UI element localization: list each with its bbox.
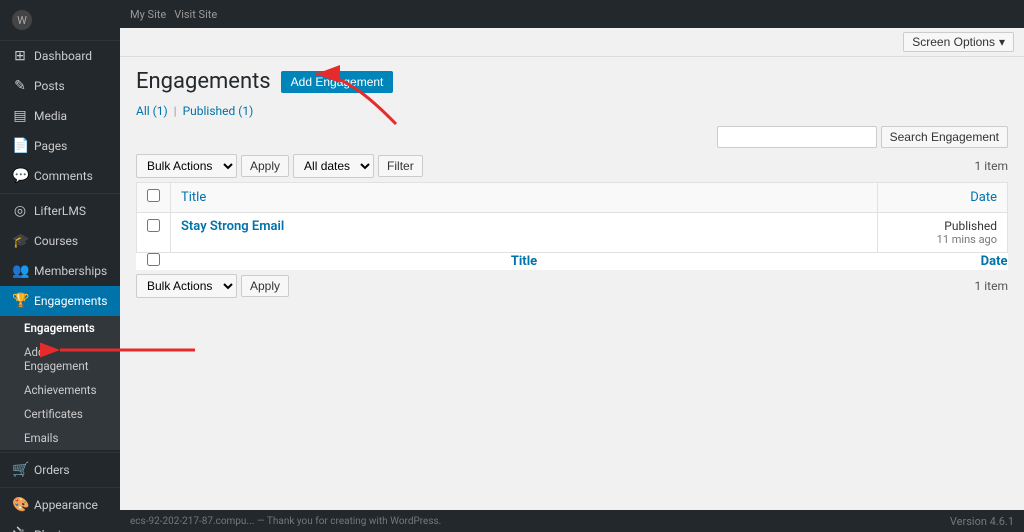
plugins-icon: 🔌: [12, 527, 28, 532]
apply-bottom-button[interactable]: Apply: [241, 275, 289, 297]
filter-all-link[interactable]: All (1): [136, 104, 171, 118]
sidebar-item-comments[interactable]: 💬 Comments: [0, 161, 120, 191]
apply-top-button[interactable]: Apply: [241, 155, 289, 177]
sidebar-sub-add-engagement[interactable]: Add Engagement: [0, 340, 120, 378]
add-engagement-button[interactable]: Add Engagement: [281, 71, 394, 93]
lifterlms-icon: ◎: [12, 203, 28, 219]
sidebar-item-dashboard[interactable]: ⊞ Dashboard: [0, 41, 120, 71]
memberships-icon: 👥: [12, 263, 28, 279]
engagements-table: Title Date Stay Strong Email Pu: [136, 182, 1008, 270]
screen-options-bar: Screen Options ▾: [120, 28, 1024, 57]
sidebar-item-orders[interactable]: 🛒 Orders: [0, 455, 120, 485]
sidebar-item-courses[interactable]: 🎓 Courses: [0, 226, 120, 256]
appearance-icon: 🎨: [12, 497, 28, 513]
date-column-header[interactable]: Date: [878, 183, 1008, 213]
filter-published-link[interactable]: Published (1): [183, 104, 254, 118]
search-button[interactable]: Search Engagement: [881, 126, 1008, 148]
sidebar-logo: W: [0, 0, 120, 41]
sidebar-item-lifterlms[interactable]: ◎ LifterLMS: [0, 196, 120, 226]
sidebar-sub-achievements[interactable]: Achievements: [0, 378, 120, 402]
search-input[interactable]: [717, 126, 877, 148]
row-title-link[interactable]: Stay Strong Email: [181, 219, 284, 234]
item-count-bottom: 1 item: [975, 279, 1008, 293]
row-title-cell: Stay Strong Email: [171, 213, 878, 253]
dashboard-icon: ⊞: [12, 48, 28, 64]
sidebar-item-plugins[interactable]: 🔌 Plugins: [0, 520, 120, 532]
courses-icon: 🎓: [12, 233, 28, 249]
main-content: My Site Visit Site Screen Options ▾ Enga…: [120, 0, 1024, 532]
sidebar-item-posts[interactable]: ✎ Posts: [0, 71, 120, 101]
sidebar: W ⊞ Dashboard ✎ Posts ▤ Media 📄 Pages 💬 …: [0, 0, 120, 532]
search-area: Search Engagement: [136, 126, 1008, 148]
row-checkbox[interactable]: [147, 219, 160, 232]
title-sort-link[interactable]: Title: [181, 190, 206, 205]
table-row: Stay Strong Email Published 11 mins ago: [137, 213, 1008, 253]
row-date-ago: 11 mins ago: [888, 233, 997, 246]
media-icon: ▤: [12, 108, 28, 124]
bulk-actions-top-select[interactable]: Bulk Actions: [136, 154, 237, 178]
select-all-header: [137, 183, 171, 213]
bottom-bar: ecs-92-202-217-87.compu... — Thank you f…: [120, 510, 1024, 532]
select-all-checkbox[interactable]: [147, 189, 160, 202]
date-filter-select[interactable]: All dates: [293, 154, 374, 178]
title-footer-sort-link[interactable]: Title: [511, 254, 537, 269]
sidebar-sub-engagements[interactable]: Engagements: [0, 316, 120, 340]
page-title: Engagements: [136, 69, 271, 94]
filter-button[interactable]: Filter: [378, 155, 423, 177]
orders-icon: 🛒: [12, 462, 28, 478]
sidebar-item-pages[interactable]: 📄 Pages: [0, 131, 120, 161]
page-header: Engagements Add Engagement: [136, 69, 1008, 94]
tablenav-bottom: Bulk Actions Apply 1 item: [136, 274, 1008, 298]
tablenav-bottom-left: Bulk Actions Apply: [136, 274, 289, 298]
date-footer-sort-link[interactable]: Date: [981, 254, 1008, 269]
screen-options-arrow-icon: ▾: [999, 35, 1005, 49]
topbar-site-link[interactable]: My Site: [130, 8, 166, 21]
pages-icon: 📄: [12, 138, 28, 154]
row-date-status: Published: [888, 219, 997, 233]
sidebar-item-appearance[interactable]: 🎨 Appearance: [0, 490, 120, 520]
header-area: Engagements Add Engagement: [136, 69, 1008, 94]
posts-icon: ✎: [12, 78, 28, 94]
select-all-footer-checkbox[interactable]: [147, 253, 160, 266]
topbar-visit[interactable]: Visit Site: [174, 8, 217, 21]
date-sort-link[interactable]: Date: [970, 190, 997, 205]
bottom-bar-text: ecs-92-202-217-87.compu... — Thank you f…: [130, 516, 441, 527]
bulk-actions-bottom-select[interactable]: Bulk Actions: [136, 274, 237, 298]
tablenav-top-left: Bulk Actions Apply All dates Filter: [136, 154, 423, 178]
engagements-sidebar-arrow: [120, 320, 200, 380]
date-footer-header[interactable]: Date: [878, 253, 1008, 271]
sidebar-sub-emails[interactable]: Emails: [0, 426, 120, 450]
item-count-top: 1 item: [975, 159, 1008, 173]
comments-icon: 💬: [12, 168, 28, 184]
title-footer-header[interactable]: Title: [171, 253, 878, 271]
select-all-footer: [137, 253, 171, 271]
version-text: Version 4.6.1: [950, 515, 1014, 528]
tablenav-top: Bulk Actions Apply All dates Filter 1 it…: [136, 154, 1008, 178]
screen-options-button[interactable]: Screen Options ▾: [903, 32, 1014, 52]
sidebar-item-media[interactable]: ▤ Media: [0, 101, 120, 131]
filter-links: All (1) | Published (1): [136, 104, 1008, 118]
row-date-cell: Published 11 mins ago: [878, 213, 1008, 253]
table-body: Stay Strong Email Published 11 mins ago: [137, 213, 1008, 253]
sidebar-sub-certificates[interactable]: Certificates: [0, 402, 120, 426]
engagements-icon: 🏆: [12, 293, 28, 309]
page-content: Engagements Add Engagement All (1) |: [120, 57, 1024, 510]
admin-topbar: My Site Visit Site: [120, 0, 1024, 28]
sidebar-item-memberships[interactable]: 👥 Memberships: [0, 256, 120, 286]
sidebar-item-engagements[interactable]: 🏆 Engagements: [0, 286, 120, 316]
row-checkbox-cell: [137, 213, 171, 253]
engagements-submenu: Engagements Add Engagement Achievements …: [0, 316, 120, 450]
wp-icon: W: [12, 10, 32, 30]
title-column-header[interactable]: Title: [171, 183, 878, 213]
